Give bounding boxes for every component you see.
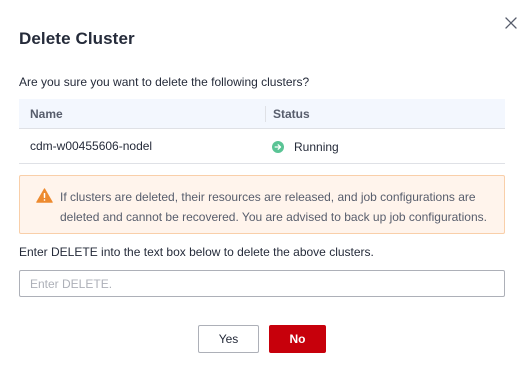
close-icon[interactable] — [502, 14, 520, 32]
delete-instruction: Enter DELETE into the text box below to … — [19, 245, 374, 259]
cluster-name-cell: cdm-w00455606-nodel — [30, 139, 153, 153]
status-text: Running — [294, 140, 339, 154]
yes-button[interactable]: Yes — [198, 325, 259, 353]
table-header: Name Status — [19, 99, 505, 129]
delete-confirm-input[interactable] — [19, 270, 505, 297]
column-header-status: Status — [265, 99, 505, 128]
confirmation-question: Are you sure you want to delete the foll… — [19, 75, 310, 89]
delete-cluster-dialog: Delete Cluster Are you sure you want to … — [0, 0, 526, 376]
column-header-name: Name — [30, 107, 63, 121]
warning-text: If clusters are deleted, their resources… — [60, 190, 487, 224]
cluster-table: Name Status cdm-w00455606-nodel Running — [19, 99, 505, 164]
cluster-status-cell: Running — [265, 138, 505, 154]
arrow-right-circle-icon — [272, 141, 284, 153]
warning-alert: If clusters are deleted, their resources… — [19, 175, 505, 234]
dialog-title: Delete Cluster — [19, 29, 135, 48]
table-row: cdm-w00455606-nodel Running — [19, 129, 505, 164]
no-button[interactable]: No — [269, 325, 326, 353]
warning-triangle-icon — [36, 188, 53, 203]
